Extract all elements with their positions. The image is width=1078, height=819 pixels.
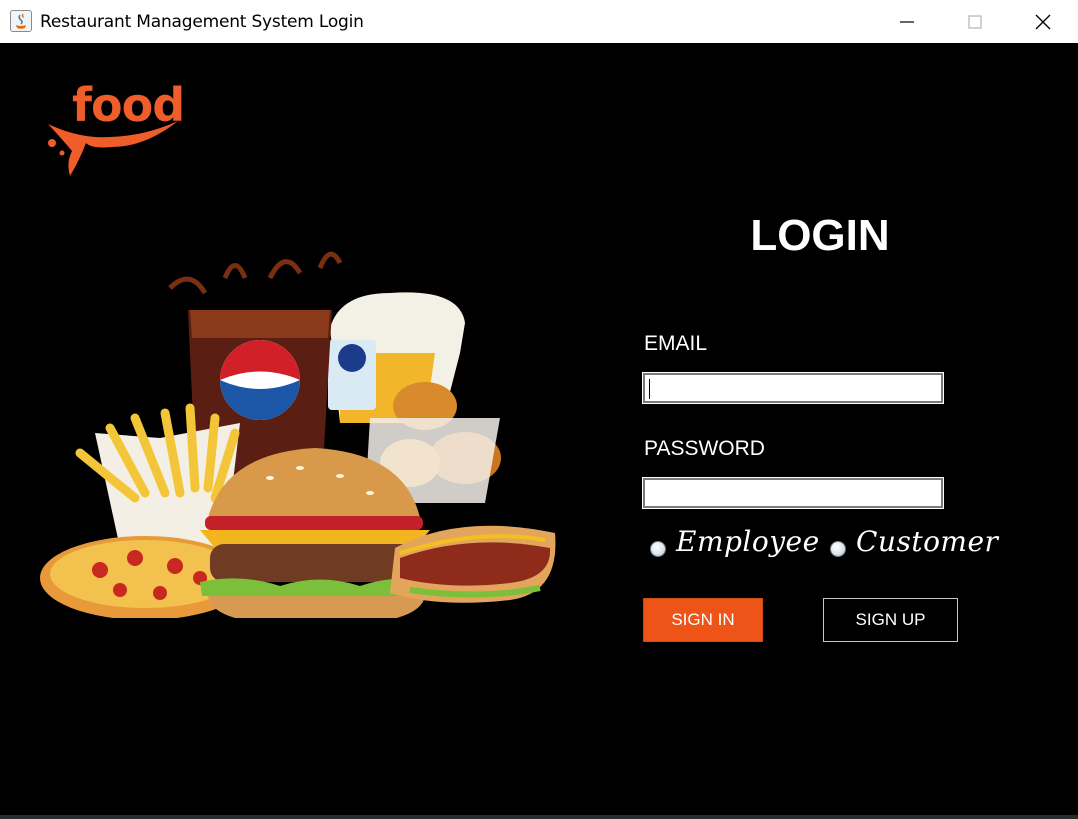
- email-label: EMAIL: [644, 332, 708, 355]
- employee-radio[interactable]: [650, 541, 666, 557]
- customer-radio-label[interactable]: Customer: [856, 525, 998, 558]
- login-heading: LOGIN: [750, 211, 890, 260]
- java-app-icon: [10, 10, 32, 32]
- sign-up-button[interactable]: SIGN UP: [823, 598, 958, 642]
- email-field[interactable]: [642, 372, 944, 404]
- close-button[interactable]: [1008, 0, 1078, 43]
- svg-text:food: food: [72, 81, 184, 132]
- text-caret: [649, 379, 650, 399]
- minimize-button[interactable]: [872, 0, 942, 43]
- food-logo: food: [48, 81, 185, 176]
- close-icon: [1035, 14, 1051, 30]
- maximize-icon: [968, 15, 982, 29]
- window-titlebar: Restaurant Management System Login: [0, 0, 1078, 43]
- minimize-icon: [900, 21, 914, 23]
- sign-in-button[interactable]: SIGN IN: [643, 598, 763, 642]
- window-title: Restaurant Management System Login: [40, 12, 364, 32]
- login-panel: food LOGIN EMAIL PASSWORD Employee Custo…: [0, 43, 1078, 815]
- fast-food-image: [40, 251, 556, 618]
- maximize-button[interactable]: [940, 0, 1010, 43]
- employee-radio-label[interactable]: Employee: [676, 525, 820, 558]
- window-bottom-edge: [0, 815, 1078, 819]
- password-field[interactable]: [642, 477, 944, 509]
- customer-radio[interactable]: [830, 541, 846, 557]
- password-label: PASSWORD: [644, 437, 765, 460]
